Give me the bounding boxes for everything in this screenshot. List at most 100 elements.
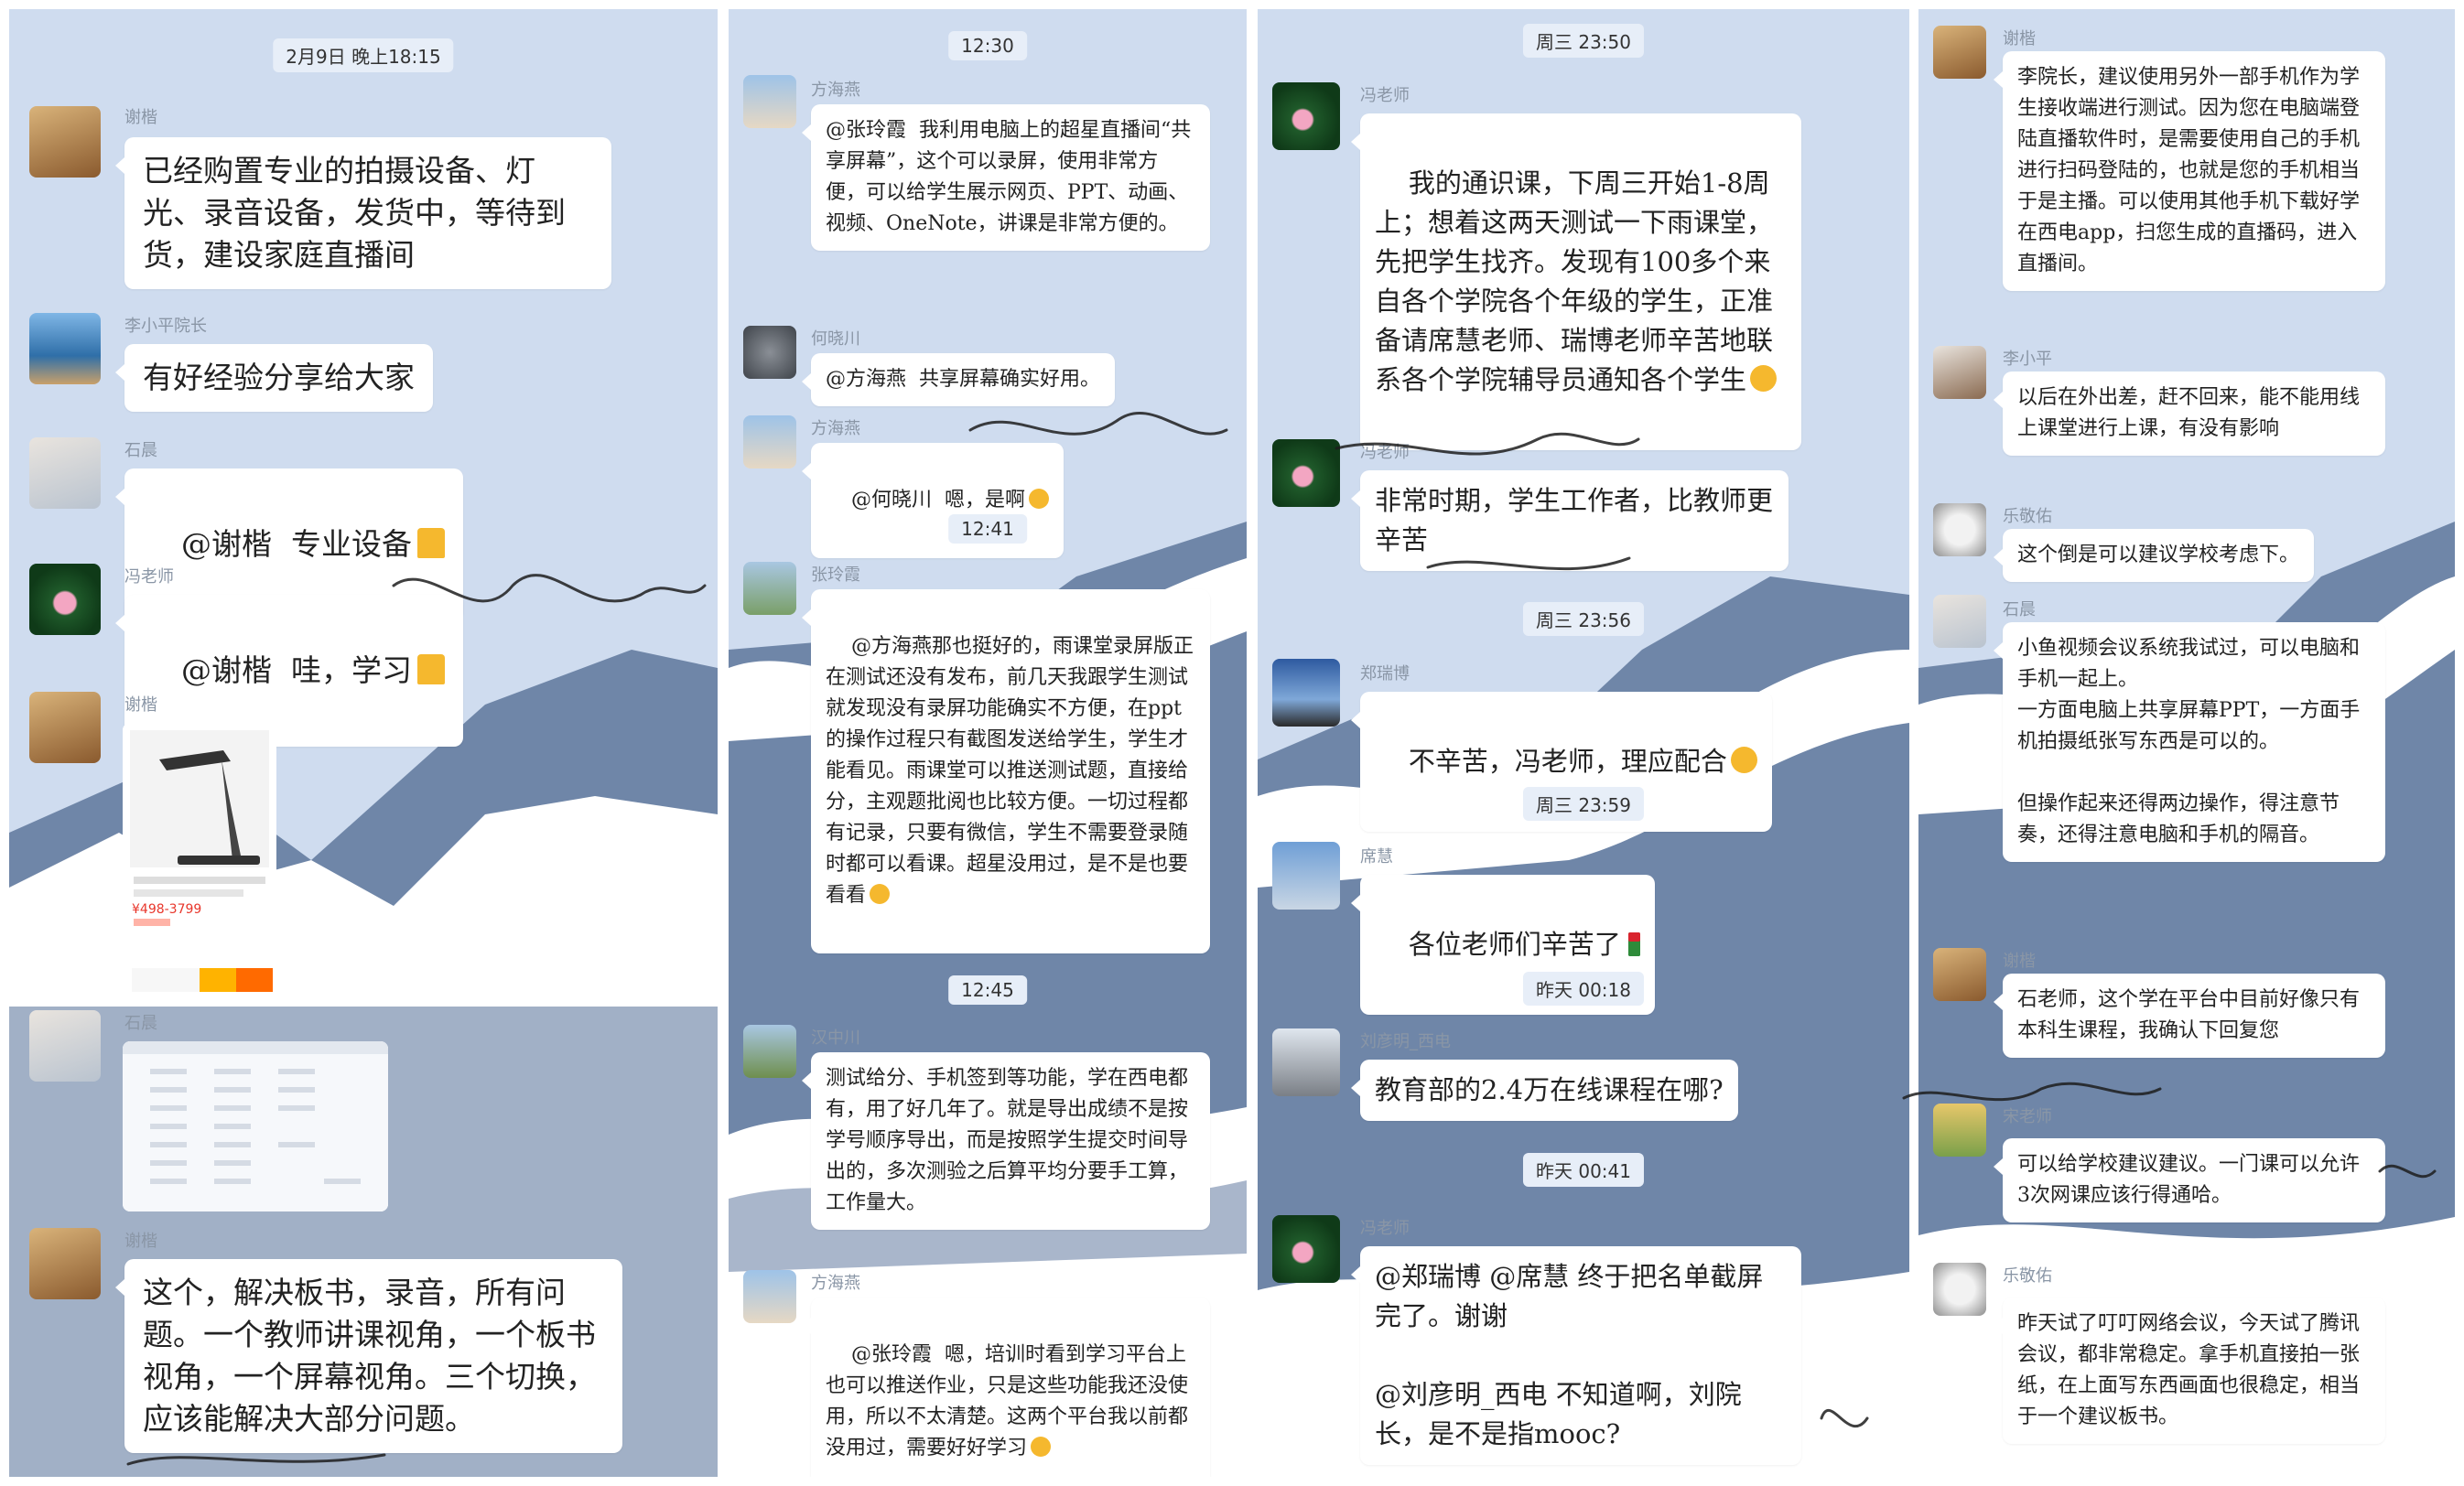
message-bubble[interactable]: 我的通识课，下周三开始1-8周上；想着这两天测试一下雨课堂，先把学生找齐。发现有… <box>1351 113 1801 450</box>
message-bubble[interactable]: 这个，解决板书，录音，所有问题。一个教师讲课视角，一个板书视角，一个屏幕视角。三… <box>115 1259 622 1453</box>
message-bubble[interactable]: 昨天试了叮叮网络会议，今天试了腾讯会议，都非常稳定。拿手机直接拍一张纸，在上面写… <box>1994 1298 2385 1444</box>
avatar[interactable] <box>1272 1028 1340 1096</box>
avatar[interactable] <box>1933 595 1986 648</box>
message-bubble[interactable]: 石老师，这个学在平台中目前好像只有本科生课程，我确认下回复您 <box>1994 974 2385 1058</box>
rose-emoji-icon <box>1627 931 1640 956</box>
timestamp: 周三 23:56 <box>1523 602 1644 636</box>
sender-name: 汉中川 <box>811 1028 860 1048</box>
sender-name: 冯老师 <box>1360 1219 1410 1238</box>
message-bubble[interactable]: 李院长，建议使用另外一部手机作为学生接收端进行测试。因为您在电脑端登陆直播软件时… <box>1994 51 2385 291</box>
message-text: @方海燕那也挺好的，雨课堂录屏版正在测试还没有发布，前几天我跟学生测试就发现没有… <box>826 635 1194 907</box>
avatar[interactable] <box>29 313 101 384</box>
chat-panel-3: 周三 23:50 冯老师 我的通识课，下周三开始1-8周上；想着这两天测试一下雨… <box>1258 9 1909 1477</box>
message-bubble[interactable]: @张玲霞 我利用电脑上的超星直播间“共享屏幕”，这个可以录屏，使用非常方便，可以… <box>802 104 1210 251</box>
sender-name: 冯老师 <box>1360 443 1410 462</box>
chat-panel-1: 2月9日 晚上18:15 谢楷 已经购置专业的拍摄设备、灯光、录音设备，发货中，… <box>9 9 718 1477</box>
sender-name: 李小平 <box>2003 350 2052 369</box>
message-text: 各位老师们辛苦了 <box>1408 929 1621 960</box>
message-bubble[interactable]: 小鱼视频会议系统我试过，可以电脑和手机一起上。 一方面电脑上共享屏幕PPT，一方… <box>1994 622 2385 862</box>
avatar[interactable] <box>1272 439 1340 507</box>
avatar[interactable] <box>1933 26 1986 79</box>
laugh-emoji-icon <box>870 883 891 904</box>
avatar[interactable] <box>1272 1215 1340 1283</box>
smile-emoji-icon <box>1031 1436 1052 1457</box>
chat-panel-4: 谢楷 李院长，建议使用另外一部手机作为学生接收端进行测试。因为您在电脑端登陆直播… <box>1918 9 2455 1477</box>
thumbs-up-icon <box>416 653 445 684</box>
timestamp: 昨天 00:41 <box>1523 1153 1644 1187</box>
message-text: 不辛苦，冯老师，理应配合 <box>1408 746 1727 777</box>
message-bubble[interactable]: @张玲霞 嗯，培训时看到学习平台上也可以推送作业，只是这些功能我还没使用，所以不… <box>802 1298 1210 1477</box>
avatar[interactable] <box>1272 82 1340 150</box>
timestamp: 12:45 <box>948 975 1027 1005</box>
sender-name: 冯老师 <box>1360 86 1410 105</box>
avatar[interactable] <box>29 437 101 509</box>
message-bubble[interactable]: 以后在外出差，赶不回来，能不能用线上课堂进行上课，有没有影响 <box>1994 372 2385 456</box>
sender-name: 谢楷 <box>2003 29 2036 48</box>
settings-window-icon <box>123 1041 388 1211</box>
message-bubble[interactable]: 可以给学校建议建议。一门课可以允许3次网课应该行得通哈。 <box>1994 1138 2385 1222</box>
sender-name: 方海燕 <box>811 419 860 438</box>
avatar[interactable] <box>29 1010 101 1082</box>
avatar[interactable] <box>1933 346 1986 399</box>
message-bubble[interactable]: @郑瑞博 @席慧 终于把名单截屏完了。谢谢 @刘彦明_西电 不知道啊，刘院长，是… <box>1351 1246 1801 1465</box>
avatar[interactable] <box>29 692 101 763</box>
avatar[interactable] <box>29 106 101 178</box>
smile-emoji-icon <box>1028 488 1049 509</box>
avatar[interactable] <box>29 564 101 635</box>
timestamp: 周三 23:59 <box>1523 787 1644 821</box>
sender-name: 谢楷 <box>124 108 157 127</box>
avatar[interactable] <box>743 1270 796 1323</box>
message-bubble[interactable]: @方海燕那也挺好的，雨课堂录屏版正在测试还没有发布，前几天我跟学生测试就发现没有… <box>802 589 1210 953</box>
avatar[interactable] <box>743 1025 796 1078</box>
sender-name: 石晨 <box>2003 600 2036 619</box>
sender-name: 张玲霞 <box>811 565 860 585</box>
sender-name: 谢楷 <box>2003 952 2036 971</box>
avatar[interactable] <box>1272 842 1340 910</box>
timestamp: 昨天 00:18 <box>1523 972 1644 1006</box>
avatar[interactable] <box>1933 1104 1986 1157</box>
message-text: @何晓川 嗯，是啊 <box>850 489 1025 511</box>
message-bubble[interactable]: 测试给分、手机签到等功能，学在西电都有，用了好几年了。就是导出成绩不是按学号顺序… <box>802 1052 1210 1230</box>
sender-name: 谢楷 <box>124 1232 157 1251</box>
sender-name: 席慧 <box>1360 847 1393 867</box>
sender-name: 李小平院长 <box>124 317 207 336</box>
sender-name: 方海燕 <box>811 81 860 100</box>
message-text: 我的通识课，下周三开始1-8周上；想着这两天测试一下雨课堂，先把学生找齐。发现有… <box>1375 167 1774 395</box>
sender-name: 郑瑞博 <box>1360 664 1410 684</box>
thumbs-up-icon <box>416 527 445 558</box>
software-screenshot-image[interactable] <box>123 1041 388 1211</box>
sender-name: 乐敬佑 <box>2003 1266 2052 1286</box>
message-bubble[interactable]: 教育部的2.4万在线课程在哪? <box>1351 1060 1738 1121</box>
chat-panel-2: 12:30 方海燕 @张玲霞 我利用电脑上的超星直播间“共享屏幕”，这个可以录屏… <box>729 9 1247 1477</box>
timestamp: 2月9日 晚上18:15 <box>273 38 454 72</box>
pray-emoji-icon <box>1730 747 1757 774</box>
timestamp: 12:41 <box>948 514 1027 544</box>
sender-name: 谢楷 <box>124 695 157 715</box>
avatar[interactable] <box>1272 659 1340 727</box>
message-bubble[interactable]: @方海燕 共享屏幕确实好用。 <box>802 353 1115 406</box>
avatar[interactable] <box>743 415 796 468</box>
sender-name: 石晨 <box>124 1014 157 1033</box>
avatar[interactable] <box>743 326 796 379</box>
sender-name: 宋老师 <box>2003 1107 2052 1126</box>
message-text: @谢楷 哇，学习 <box>180 652 412 688</box>
message-bubble[interactable]: 这个倒是可以建议学校考虑下。 <box>1993 529 2315 582</box>
avatar[interactable] <box>29 1228 101 1299</box>
avatar[interactable] <box>743 75 796 128</box>
avatar[interactable] <box>1933 948 1986 1001</box>
avatar[interactable] <box>1933 1263 1986 1316</box>
timestamp: 周三 23:50 <box>1523 24 1644 58</box>
avatar[interactable] <box>1933 503 1986 556</box>
cry-emoji-icon <box>1750 365 1778 393</box>
camera-stand-icon <box>123 723 276 997</box>
avatar[interactable] <box>743 562 796 615</box>
message-bubble[interactable]: 已经购置专业的拍摄设备、灯光、录音设备，发货中，等待到货，建设家庭直播间 <box>115 137 611 289</box>
message-bubble[interactable]: 有好经验分享给大家 <box>115 344 433 412</box>
sender-name: 何晓川 <box>811 329 860 349</box>
sender-name: 乐敬佑 <box>2003 507 2052 526</box>
message-text: @张玲霞 嗯，培训时看到学习平台上也可以推送作业，只是这些功能我还没使用，所以不… <box>826 1343 1189 1459</box>
price-text: ¥498-3799 <box>132 902 202 917</box>
sender-name: 方海燕 <box>811 1274 860 1293</box>
message-bubble[interactable]: 非常时期，学生工作者，比教师更辛苦 <box>1351 470 1789 571</box>
product-screenshot-image[interactable]: ¥498-3799 <box>123 723 276 997</box>
